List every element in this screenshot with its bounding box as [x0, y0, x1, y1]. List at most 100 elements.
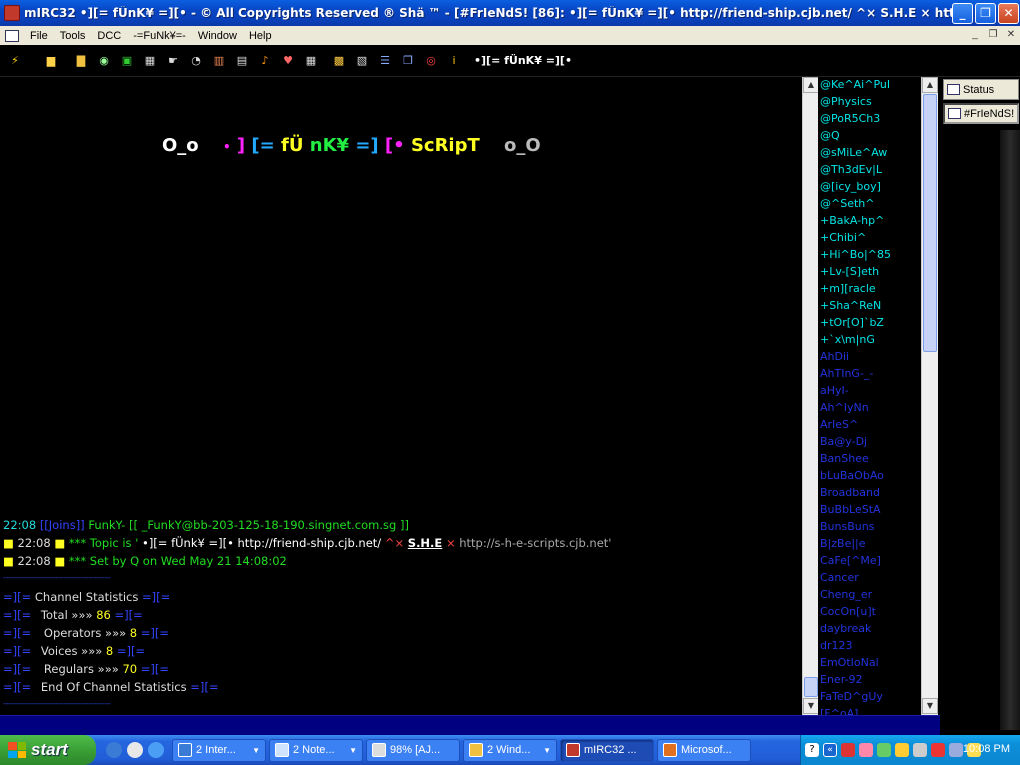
expand-tray-icon[interactable]: « [823, 743, 837, 757]
notify-icon[interactable]: ▦ [142, 53, 158, 69]
nick-item[interactable]: CaFe[^Me] [820, 554, 881, 567]
tray-app-icon[interactable] [913, 743, 927, 757]
nick-item[interactable]: Ah^IyNn [820, 401, 869, 414]
menu-dcc[interactable]: DCC [91, 30, 127, 42]
nick-item[interactable]: +Sha^ReN [820, 299, 881, 312]
help-icon[interactable]: ◎ [423, 53, 439, 69]
nick-item[interactable]: @PoR5Ch3 [820, 112, 880, 125]
tray-app-icon[interactable] [931, 743, 945, 757]
nick-item[interactable]: AhDii [820, 350, 849, 363]
flag-icon[interactable]: ▦ [303, 53, 319, 69]
nick-item[interactable]: @sMiLe^Aw [820, 146, 887, 159]
task-mirc[interactable]: mIRC32 ... [560, 738, 654, 762]
chat-input[interactable] [0, 715, 940, 735]
chat-scrollbar[interactable]: ▲ ▼ [802, 77, 819, 715]
desktop-quicklaunch-icon[interactable] [148, 742, 164, 758]
menu-funky[interactable]: -=FuNk¥=- [127, 30, 192, 42]
nick-item[interactable]: +m][racle [820, 282, 876, 295]
nick-item[interactable]: Broadband [820, 486, 880, 499]
nick-item[interactable]: @Physics [820, 95, 872, 108]
switchbar-channel[interactable]: #FrIeNdS! [943, 103, 1019, 124]
nick-item[interactable]: +Hi^Bo|^85 [820, 248, 891, 261]
nick-item[interactable]: dr123 [820, 639, 853, 652]
nick-item[interactable]: FaTeD^gUy [820, 690, 883, 703]
nick-item[interactable]: +`x\m|nG [820, 333, 875, 346]
connect-icon[interactable]: ⚡ [7, 53, 23, 69]
nick-item[interactable]: +Lv-[S]eth [820, 265, 879, 278]
join-nick[interactable]: FunkY- [88, 518, 125, 532]
cascade-icon[interactable]: ▧ [354, 53, 370, 69]
nick-item[interactable]: +Chibi^ [820, 231, 866, 244]
nick-item[interactable]: CocOn[u]t [820, 605, 876, 618]
task-download[interactable]: 98% [AJ... [366, 738, 460, 762]
sound-icon[interactable]: ♪ [257, 53, 273, 69]
start-button[interactable]: start [0, 735, 96, 765]
mdi-restore-button[interactable]: ❐ [986, 29, 1000, 42]
nick-scroll-down-icon[interactable]: ▼ [922, 698, 938, 714]
nick-item[interactable]: bLuBaObAo [820, 469, 884, 482]
nick-item[interactable]: ArIeS^ [820, 418, 858, 431]
nick-item[interactable]: [F^oA] [820, 707, 858, 715]
clock[interactable]: 10:08 PM [963, 743, 1010, 755]
chat-scroll-down-icon[interactable]: ▼ [803, 698, 819, 714]
switchbar-status[interactable]: Status [943, 79, 1019, 100]
address-book-icon[interactable]: ▣ [119, 53, 135, 69]
info-icon[interactable]: i [446, 53, 462, 69]
mdi-close-button[interactable]: ✕ [1004, 29, 1018, 42]
tray-app-icon[interactable] [877, 743, 891, 757]
script-icon[interactable]: ☛ [165, 53, 181, 69]
nick-item[interactable]: daybreak [820, 622, 871, 635]
media-quicklaunch-icon[interactable] [127, 742, 143, 758]
network-icon[interactable]: ◉ [96, 53, 112, 69]
chat-scroll-thumb[interactable] [804, 677, 818, 697]
nick-scroll-up-icon[interactable]: ▲ [922, 77, 938, 93]
folder-icon[interactable]: ▇ [73, 53, 89, 69]
color-icon[interactable]: ▥ [211, 53, 227, 69]
nick-item[interactable]: @Ke^Ai^PuI [820, 78, 890, 91]
task-notepad[interactable]: 2 Note... ▼ [269, 738, 363, 762]
help-tray-icon[interactable]: ? [805, 743, 819, 757]
topic-url-2[interactable]: http://s-h-e-scripts.cjb.net' [459, 536, 611, 550]
nick-item[interactable]: @Q [820, 129, 840, 142]
favorites-icon[interactable]: ♥ [280, 53, 296, 69]
tray-app-icon[interactable] [949, 743, 963, 757]
nick-item[interactable]: Ba@y-Dj [820, 435, 867, 448]
nick-item[interactable]: Cheng_er [820, 588, 872, 601]
mdi-minimize-button[interactable]: _ [968, 29, 982, 42]
nick-item[interactable]: Ener-92 [820, 673, 862, 686]
minimize-button[interactable]: _ [952, 3, 973, 24]
nick-item[interactable]: AhTInG-_- [820, 367, 873, 380]
nick-item[interactable]: BanShee [820, 452, 869, 465]
arrange-icon[interactable]: ☰ [377, 53, 393, 69]
menu-window[interactable]: Window [192, 30, 243, 42]
menu-file[interactable]: File [24, 30, 54, 42]
nick-item[interactable]: Cancer [820, 571, 859, 584]
nick-item[interactable]: +tOr[O]`bZ [820, 316, 884, 329]
menu-help[interactable]: Help [243, 30, 278, 42]
nick-item[interactable]: @^Seth^ [820, 197, 874, 210]
mirc-app-icon[interactable] [4, 5, 20, 21]
task-microsoft[interactable]: Microsof... [657, 738, 751, 762]
task-windows[interactable]: 2 Wind... ▼ [463, 738, 557, 762]
nick-scroll-thumb[interactable] [923, 94, 937, 352]
nick-item[interactable]: @Th3dEv|L [820, 163, 882, 176]
list-icon[interactable]: ▤ [234, 53, 250, 69]
nicklist-scrollbar[interactable]: ▲ ▼ [921, 77, 938, 715]
menu-tools[interactable]: Tools [54, 30, 92, 42]
nick-item[interactable]: EmOtIoNal [820, 656, 879, 669]
maximize-button[interactable]: ❐ [975, 3, 996, 24]
topic-url-1[interactable]: http://friend-ship.cjb.net/ [238, 536, 382, 550]
nick-item[interactable]: BuBbLeStA [820, 503, 881, 516]
tile-icon[interactable]: ▩ [331, 53, 347, 69]
channel-chat-area[interactable]: O_o • ] [= fÜ nK¥ =] [• ScRipT o_O 22:08… [0, 77, 802, 715]
ie-quicklaunch-icon[interactable] [106, 742, 122, 758]
switch-icon[interactable]: ❐ [400, 53, 416, 69]
task-internet[interactable]: 2 Inter... ▼ [172, 738, 266, 762]
nick-item[interactable]: @[icy_boy] [820, 180, 881, 193]
nick-item[interactable]: B|zBe||e [820, 537, 866, 550]
tray-app-icon[interactable] [841, 743, 855, 757]
nick-item[interactable]: BunsBuns [820, 520, 874, 533]
timer-icon[interactable]: ◔ [188, 53, 204, 69]
tray-app-icon[interactable] [895, 743, 909, 757]
channel-window-icon[interactable] [5, 29, 19, 42]
